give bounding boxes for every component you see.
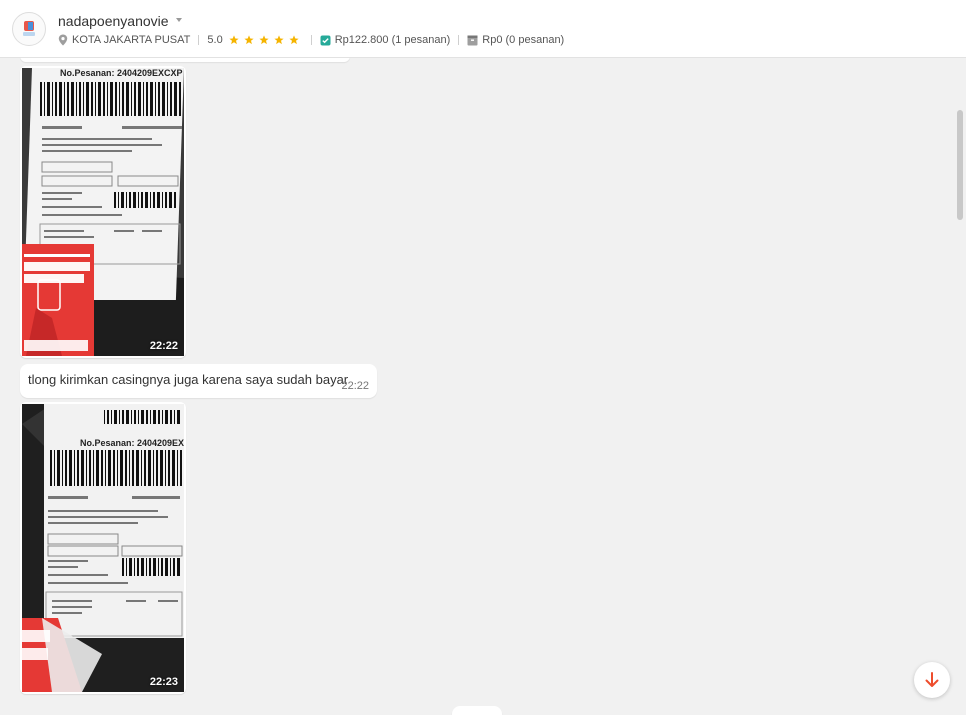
rating-stars: [229, 35, 303, 45]
shop-avatar[interactable]: [12, 12, 46, 46]
message-time: 22:23: [149, 676, 178, 688]
shop-meta: KOTA JAKARTA PUSAT 5.0 Rp122.800 (1 pesa…: [58, 33, 564, 47]
shop-name[interactable]: nadapoenyanovie: [58, 13, 169, 29]
star-icon: [244, 35, 254, 45]
arrow-down-icon: [925, 672, 939, 687]
label-order-number: No.Pesanan: 2404209EXCXP: [60, 68, 183, 78]
shop-logo-icon: [23, 21, 35, 36]
star-icon: [274, 35, 284, 45]
package-photo[interactable]: No.Pesanan: 2404209EXCXP: [22, 68, 184, 356]
box-icon: [467, 35, 478, 45]
image-message[interactable]: No.Pesanan: 2404209EXCXP 22:22: [20, 66, 186, 358]
star-icon: [259, 35, 269, 45]
image-message[interactable]: No.Pesanan: 2404209EXCX: [20, 402, 186, 694]
date-separator-pill: [452, 706, 502, 715]
orders-other[interactable]: Rp0 (0 pesanan): [482, 34, 564, 46]
shop-location: KOTA JAKARTA PUSAT: [72, 34, 191, 46]
package-photo[interactable]: No.Pesanan: 2404209EXCX: [22, 404, 184, 692]
chat-messages[interactable]: No.Pesanan: 2404209EXCXP 22:22 tlong kir…: [0, 58, 956, 715]
star-icon: [229, 35, 239, 45]
shop-rating: 5.0: [207, 34, 223, 46]
location-pin-icon: [58, 34, 68, 46]
message-text: tlong kirimkan casingnya juga karena say…: [28, 372, 349, 387]
label-order-number: No.Pesanan: 2404209EXCX: [80, 438, 184, 448]
divider: [310, 35, 312, 45]
chat-header: nadapoenyanovie KOTA JAKARTA PUSAT 5.0 R…: [0, 0, 966, 58]
message-time: 22:22: [341, 380, 369, 392]
orders-paid[interactable]: Rp122.800 (1 pesanan): [335, 34, 451, 46]
scroll-to-bottom-button[interactable]: [914, 662, 950, 698]
text-message[interactable]: tlong kirimkan casingnya juga karena say…: [20, 364, 377, 398]
divider: [458, 35, 460, 45]
shield-check-icon: [320, 35, 331, 45]
chat-scrollbar[interactable]: [956, 58, 966, 715]
chevron-down-icon[interactable]: [176, 18, 182, 22]
message-time: 22:22: [149, 340, 178, 352]
divider: [198, 35, 200, 45]
scrollbar-thumb[interactable]: [957, 110, 963, 220]
previous-message-bubble: [20, 58, 350, 62]
star-icon: [289, 35, 299, 45]
